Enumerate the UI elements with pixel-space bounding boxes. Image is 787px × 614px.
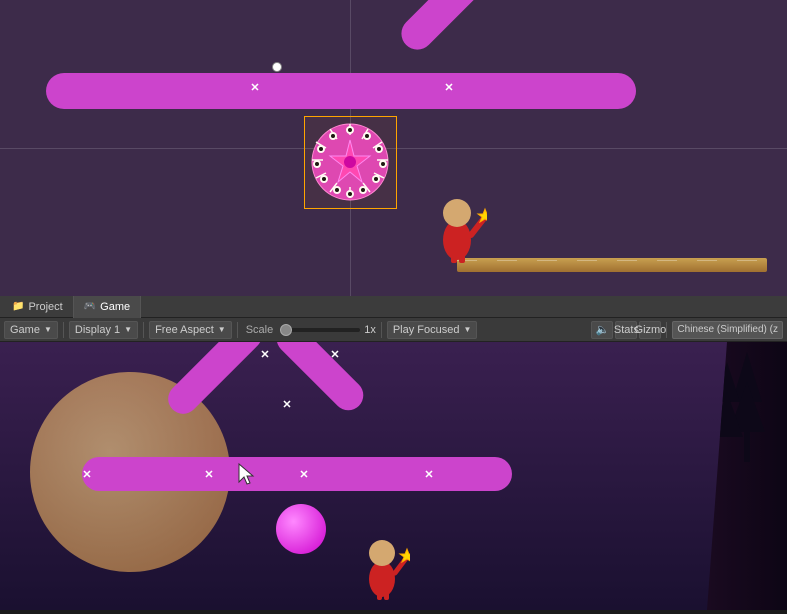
aspect-dropdown-arrow: ▼ <box>218 325 226 334</box>
scale-track[interactable] <box>280 328 360 332</box>
scale-thumb[interactable] <box>280 324 292 336</box>
capsule-main-top <box>46 73 636 109</box>
toolbar: Game ▼ Display 1 ▼ Free Aspect ▼ Scale 1… <box>0 318 787 342</box>
scale-label: Scale <box>246 324 274 336</box>
mute-button[interactable]: 🔈 <box>591 321 613 339</box>
play-focused-arrow: ▼ <box>464 325 472 334</box>
pink-ball <box>276 504 326 554</box>
wood-platform <box>457 258 767 272</box>
sep-2 <box>143 322 144 338</box>
game-dropdown-arrow: ▼ <box>44 325 52 334</box>
scale-value: 1x <box>364 324 376 336</box>
project-icon: 📁 <box>12 301 24 312</box>
capsule-top-right <box>395 0 495 56</box>
display-dropdown-arrow: ▼ <box>124 325 132 334</box>
monk-scene <box>427 185 487 268</box>
game-h-handle-3: ✕ <box>422 467 436 481</box>
game-capsule-horizontal: ✕ ✕ ✕ ✕ <box>82 457 512 491</box>
aspect-dropdown[interactable]: Free Aspect ▼ <box>149 321 232 339</box>
display-dropdown[interactable]: Display 1 ▼ <box>69 321 138 339</box>
game-h-handle-1: ✕ <box>202 467 216 481</box>
sep-5 <box>666 322 667 338</box>
sep-3 <box>237 322 238 338</box>
monk-game <box>355 527 410 605</box>
game-h-handle-corner: ✕ <box>80 467 94 481</box>
sep-4 <box>381 322 382 338</box>
tab-project[interactable]: 📁 Project <box>2 296 74 318</box>
game-h-handle-2: ✕ <box>297 467 311 481</box>
circle-handle-top <box>272 62 282 72</box>
game-panel: ✕ ✕ ✕ ✕ ✕ ✕ ✕ <box>0 342 787 610</box>
tab-bar: 📁 Project 🎮 Game <box>0 296 787 318</box>
game-icon: 🎮 <box>84 301 96 312</box>
sep-1 <box>63 322 64 338</box>
game-dropdown[interactable]: Game ▼ <box>4 321 58 339</box>
tab-game[interactable]: 🎮 Game <box>74 296 141 318</box>
lang-badge: Chinese (Simplified) (z <box>672 321 783 339</box>
selection-box <box>304 116 397 209</box>
scene-panel: ✕ ✕ <box>0 0 787 296</box>
spike-ball <box>308 120 393 205</box>
gizmos-button[interactable]: Gizmo <box>639 321 661 339</box>
play-focused-dropdown[interactable]: Play Focused ▼ <box>387 321 478 339</box>
